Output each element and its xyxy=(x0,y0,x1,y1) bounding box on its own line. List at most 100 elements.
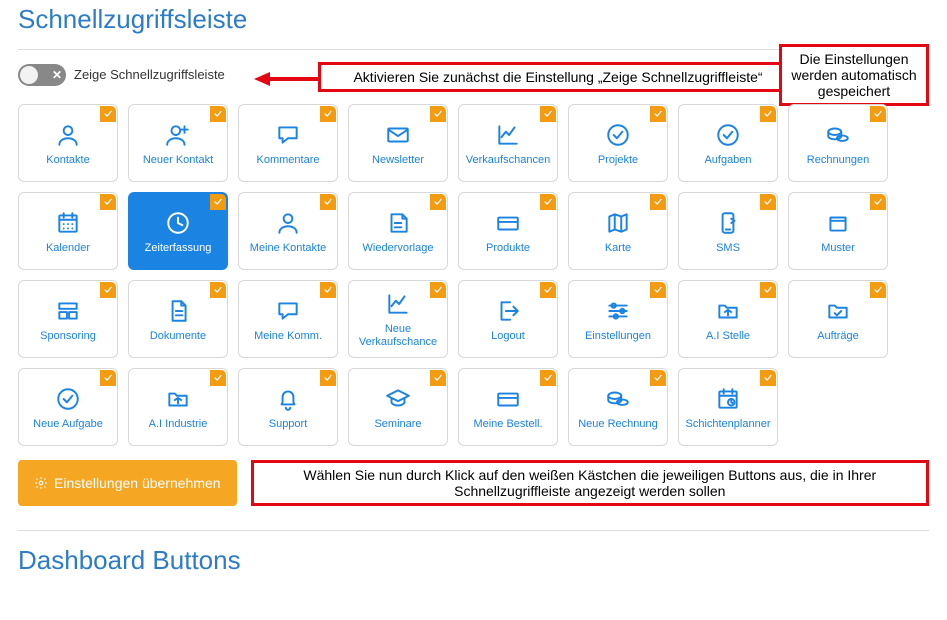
tile-label: Meine Bestell. xyxy=(469,418,546,431)
tile-neue-rechnung[interactable]: Neue Rechnung xyxy=(568,368,668,446)
map-icon xyxy=(603,208,633,238)
checkmark-icon xyxy=(650,106,666,122)
tile-meine-komm-[interactable]: Meine Komm. xyxy=(238,280,338,358)
tile-neue-verkaufschance[interactable]: Neue Verkaufschance xyxy=(348,280,448,358)
calendar-grid-icon xyxy=(53,208,83,238)
checkmark-icon xyxy=(870,282,886,298)
box-icon xyxy=(823,208,853,238)
tile-einstellungen[interactable]: Einstellungen xyxy=(568,280,668,358)
chart-icon xyxy=(493,120,523,150)
apply-button[interactable]: Einstellungen übernehmen xyxy=(18,460,237,506)
chart-icon xyxy=(383,289,413,319)
layout-icon xyxy=(53,296,83,326)
person-icon xyxy=(273,208,303,238)
arrow-icon xyxy=(254,72,270,86)
envelope-icon xyxy=(383,120,413,150)
checkmark-icon xyxy=(760,106,776,122)
checkmark-icon xyxy=(760,370,776,386)
tile-schichtenplanner[interactable]: Schichtenplanner xyxy=(678,368,778,446)
tile-zeiterfassung[interactable]: Zeiterfassung xyxy=(128,192,228,270)
checkmark-icon xyxy=(320,282,336,298)
tile-muster[interactable]: Muster xyxy=(788,192,888,270)
toggle-row: ✕ Zeige Schnellzugriffsleiste Aktivieren… xyxy=(18,64,929,86)
checkmark-icon xyxy=(210,370,226,386)
tile-a-i-industrie[interactable]: A.I Industrie xyxy=(128,368,228,446)
tile-auftr-ge[interactable]: Aufträge xyxy=(788,280,888,358)
dashboard-title: Dashboard Buttons xyxy=(18,545,929,576)
tiles-grid: Kontakte Neuer Kontakt KommentareNewslette… xyxy=(18,104,929,446)
tile-sms[interactable]: SMS xyxy=(678,192,778,270)
tile-support[interactable]: Support xyxy=(238,368,338,446)
tile-kalender[interactable]: Kalender xyxy=(18,192,118,270)
checkmark-icon xyxy=(870,106,886,122)
checkmark-icon xyxy=(540,370,556,386)
folder-in-icon xyxy=(713,296,743,326)
checkmark-icon xyxy=(650,282,666,298)
gear-icon xyxy=(34,476,48,490)
callout-activate: Aktivieren Sie zunächst die Einstellung … xyxy=(318,62,798,92)
tile-neuer-kontakt[interactable]: Neuer Kontakt xyxy=(128,104,228,182)
card-icon xyxy=(493,384,523,414)
bell-icon xyxy=(273,384,303,414)
tile-wiedervorlage[interactable]: Wiedervorlage xyxy=(348,192,448,270)
tile-label: Neue Verkaufschance xyxy=(349,323,447,348)
tile-label: Wiedervorlage xyxy=(359,242,438,255)
tile-label: Produkte xyxy=(482,242,534,255)
checkmark-icon xyxy=(540,194,556,210)
tile-a-i-stelle[interactable]: A.I Stelle xyxy=(678,280,778,358)
page-title: Schnellzugriffsleiste xyxy=(18,4,929,35)
calendar-clock-icon xyxy=(713,384,743,414)
tile-label: A.I Industrie xyxy=(145,418,212,431)
tile-newsletter[interactable]: Newsletter xyxy=(348,104,448,182)
tile-rechnungen[interactable]: Rechnungen xyxy=(788,104,888,182)
tile-logout[interactable]: Logout xyxy=(458,280,558,358)
callout-select: Wählen Sie nun durch Klick auf den weiße… xyxy=(251,460,929,506)
tile-label: Schichtenplanner xyxy=(681,418,774,431)
tile-label: Aufträge xyxy=(813,330,863,343)
checkmark-icon xyxy=(100,370,116,386)
speech-icon xyxy=(273,120,303,150)
coins-icon xyxy=(823,120,853,150)
checkmark-icon xyxy=(320,194,336,210)
tile-sponsoring[interactable]: Sponsoring xyxy=(18,280,118,358)
tile-aufgaben[interactable]: Aufgaben xyxy=(678,104,778,182)
tile-seminare[interactable]: Seminare xyxy=(348,368,448,446)
tile-label: Karte xyxy=(601,242,635,255)
graduation-icon xyxy=(383,384,413,414)
tile-label: Aufgaben xyxy=(700,154,755,167)
tile-label: Neue Rechnung xyxy=(574,418,662,431)
sms-icon xyxy=(713,208,743,238)
tile-label: Muster xyxy=(817,242,859,255)
tile-meine-bestell-[interactable]: Meine Bestell. xyxy=(458,368,558,446)
checkmark-icon xyxy=(100,194,116,210)
tile-label: SMS xyxy=(712,242,744,255)
tile-dokumente[interactable]: Dokumente xyxy=(128,280,228,358)
note-icon xyxy=(383,208,413,238)
tile-verkaufschancen[interactable]: Verkaufschancen xyxy=(458,104,558,182)
sliders-icon xyxy=(603,296,633,326)
close-icon: ✕ xyxy=(52,69,62,81)
tile-label: Meine Kontakte xyxy=(246,242,330,255)
checkmark-icon xyxy=(760,282,776,298)
tile-kommentare[interactable]: Kommentare xyxy=(238,104,338,182)
tile-label: Neuer Kontakt xyxy=(139,154,217,167)
tile-label: Meine Komm. xyxy=(250,330,326,343)
document-icon xyxy=(163,296,193,326)
tile-projekte[interactable]: Projekte xyxy=(568,104,668,182)
checkmark-icon xyxy=(430,370,446,386)
tile-label: Logout xyxy=(487,330,529,343)
tile-kontakte[interactable]: Kontakte xyxy=(18,104,118,182)
tile-karte[interactable]: Karte xyxy=(568,192,668,270)
show-quickbar-toggle[interactable]: ✕ xyxy=(18,64,66,86)
checkmark-icon xyxy=(430,194,446,210)
checkmark-icon xyxy=(650,194,666,210)
tile-label: Einstellungen xyxy=(581,330,655,343)
tile-neue-aufgabe[interactable]: Neue Aufgabe xyxy=(18,368,118,446)
tile-produkte[interactable]: Produkte xyxy=(458,192,558,270)
apply-row: Einstellungen übernehmen Wählen Sie nun … xyxy=(18,460,929,506)
tile-meine-kontakte[interactable]: Meine Kontakte xyxy=(238,192,338,270)
card-icon xyxy=(493,208,523,238)
checkmark-icon xyxy=(870,194,886,210)
tile-label: Seminare xyxy=(370,418,425,431)
logout-icon xyxy=(493,296,523,326)
